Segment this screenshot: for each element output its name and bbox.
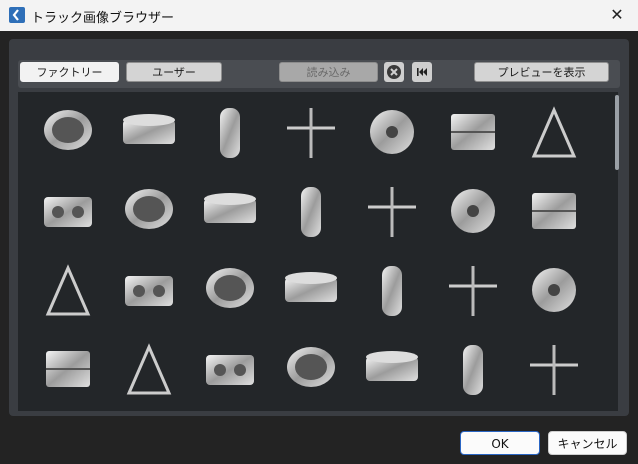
bongos-icon[interactable]	[117, 179, 181, 243]
pad-controller-icon[interactable]	[198, 337, 262, 401]
drum-kit-icon[interactable]	[522, 100, 586, 164]
toolbar: ファクトリー ユーザー 読み込み プレビューを表示	[18, 60, 620, 88]
app-icon	[9, 7, 25, 23]
caxixi-icon[interactable]	[117, 258, 181, 322]
tom-drum-icon[interactable]	[441, 100, 505, 164]
triangle-icon[interactable]	[522, 258, 586, 322]
browser-panel: ファクトリー ユーザー 読み込み プレビューを表示	[9, 39, 629, 416]
factory-tab[interactable]: ファクトリー	[20, 62, 119, 82]
electronic-drum-kit-icon[interactable]	[36, 337, 100, 401]
tambourine-icon[interactable]	[360, 258, 424, 322]
xylophone-icon[interactable]	[441, 337, 505, 401]
title-bar: トラック画像ブラウザー ✕	[0, 0, 638, 31]
djembe-icon[interactable]	[36, 258, 100, 322]
user-tab[interactable]: ユーザー	[126, 62, 222, 82]
ok-button[interactable]: OK	[460, 431, 540, 455]
mridangam-icon[interactable]	[279, 179, 343, 243]
bass-drum-icon[interactable]	[36, 100, 100, 164]
show-preview-button[interactable]: プレビューを表示	[474, 62, 609, 82]
image-grid	[18, 92, 618, 411]
clear-icon[interactable]	[384, 62, 404, 82]
conga-icon[interactable]	[198, 179, 262, 243]
drum-pad-icon[interactable]	[117, 337, 181, 401]
load-button[interactable]: 読み込み	[279, 62, 378, 82]
maracas-icon[interactable]	[279, 258, 343, 322]
scrollbar[interactable]	[615, 95, 619, 170]
dhol-icon[interactable]	[360, 179, 424, 243]
marching-snare-icon[interactable]	[117, 100, 181, 164]
chimes-icon[interactable]	[441, 258, 505, 322]
marimba-icon[interactable]	[360, 337, 424, 401]
timbales-icon[interactable]	[441, 179, 505, 243]
guitar-icon[interactable]	[522, 337, 586, 401]
close-icon[interactable]: ✕	[606, 4, 628, 26]
snare-drum-icon[interactable]	[198, 100, 262, 164]
hi-hat-icon[interactable]	[279, 100, 343, 164]
window-title: トラック画像ブラウザー	[31, 11, 175, 26]
satellite-speaker-icon[interactable]	[279, 337, 343, 401]
rewind-icon[interactable]	[412, 62, 432, 82]
cancel-button[interactable]: キャンセル	[548, 431, 627, 455]
large-drum-kit-icon[interactable]	[36, 179, 100, 243]
track-image-browser-dialog: トラック画像ブラウザー ✕ ファクトリー ユーザー 読み込み プレビューを表示 …	[0, 0, 638, 464]
tabla-icon[interactable]	[198, 258, 262, 322]
cymbal-icon[interactable]	[360, 100, 424, 164]
gong-icon[interactable]	[522, 179, 586, 243]
